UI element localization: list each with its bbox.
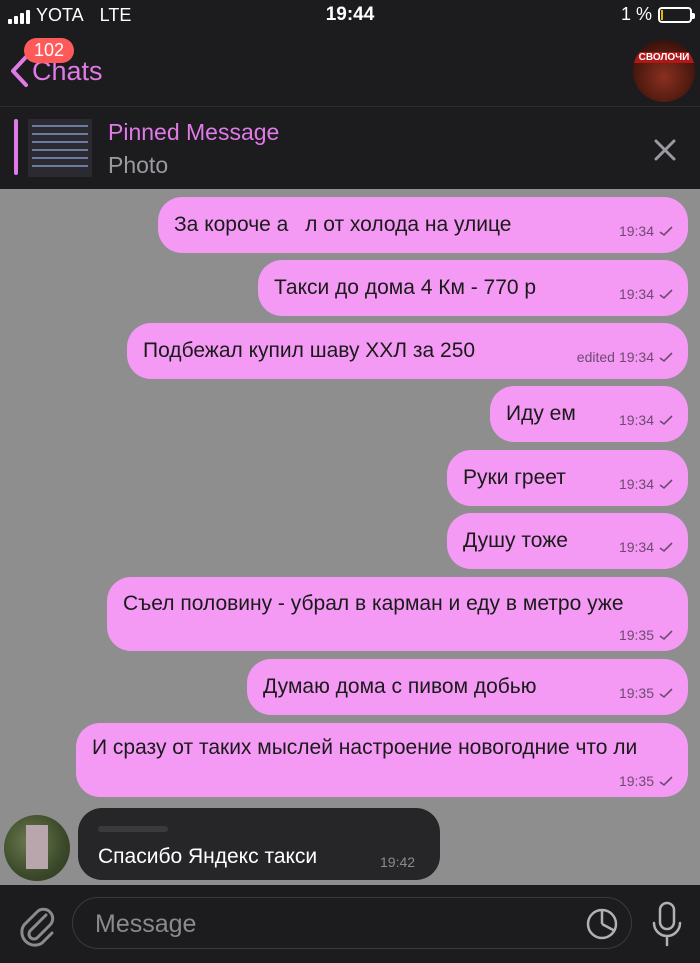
message-field bbox=[72, 897, 632, 950]
message-list[interactable]: За короче а л от холода на улице 19:34 Т… bbox=[0, 189, 700, 885]
read-check-icon bbox=[659, 226, 673, 237]
message-time: 19:34 bbox=[618, 539, 654, 555]
message-time: 19:34 bbox=[618, 349, 654, 365]
message-bubble[interactable]: И сразу от таких мыслей настроение новог… bbox=[76, 723, 688, 797]
chat-avatar[interactable]: СВОЛОЧИ bbox=[633, 40, 695, 102]
battery-percent: 1 % bbox=[620, 4, 652, 24]
message-meta: 19:34 bbox=[619, 539, 674, 555]
message-time: 19:34 bbox=[618, 412, 654, 428]
chat-header: Chats 102 СВОЛОЧИ bbox=[0, 30, 700, 106]
message-text: И сразу от таких мыслей настроение новог… bbox=[92, 736, 638, 759]
composer bbox=[0, 885, 700, 963]
edited-label: edited bbox=[576, 349, 615, 365]
message-time: 19:35 bbox=[618, 627, 654, 643]
message-time: 19:35 bbox=[618, 685, 654, 701]
read-check-icon bbox=[659, 776, 673, 787]
message-bubble[interactable]: Такси до дома 4 Км - 770 р 19:34 bbox=[258, 260, 688, 316]
read-check-icon bbox=[659, 542, 673, 553]
pinned-accent-bar bbox=[14, 119, 18, 175]
message-meta: 19:34 bbox=[619, 412, 674, 428]
message-bubble[interactable]: Душу тоже 19:34 bbox=[447, 513, 688, 569]
pinned-title: Pinned Message bbox=[108, 119, 280, 145]
message-meta: 19:34 bbox=[619, 286, 674, 302]
message-time: 19:35 bbox=[618, 773, 654, 789]
message-bubble[interactable]: Подбежал купил шаву ХХЛ за 250 edited 19… bbox=[127, 323, 688, 379]
status-bar: YOTA LTE 19:44 1 % bbox=[0, 0, 700, 30]
message-meta: 19:35 bbox=[619, 773, 674, 789]
pinned-thumbnail bbox=[28, 119, 92, 177]
avatar-caption: СВОЛОЧИ bbox=[633, 52, 695, 63]
message-text: Спасибо Яндекс такси bbox=[98, 845, 318, 868]
message-bubble[interactable]: Иду ем 19:34 bbox=[490, 386, 688, 442]
message-time: 19:34 bbox=[618, 223, 654, 239]
incoming-message-bubble[interactable]: Спасибо Яндекс такси 19:42 bbox=[78, 808, 440, 880]
read-check-icon bbox=[659, 630, 673, 641]
message-time: 19:34 bbox=[618, 476, 654, 492]
read-check-icon bbox=[659, 289, 673, 300]
message-bubble[interactable]: Съел половину - убрал в карман и еду в м… bbox=[107, 577, 688, 651]
read-check-icon bbox=[659, 479, 673, 490]
unread-badge: 102 bbox=[24, 38, 75, 63]
mic-icon[interactable] bbox=[650, 901, 684, 947]
read-check-icon bbox=[659, 688, 673, 699]
read-check-icon bbox=[659, 415, 673, 426]
status-right: 1 % bbox=[620, 4, 695, 25]
message-text: Съел половину - убрал в карман и еду в м… bbox=[123, 592, 624, 615]
sticker-icon[interactable] bbox=[585, 907, 619, 941]
message-text: Душу тоже bbox=[463, 529, 568, 552]
message-time: 19:34 bbox=[618, 286, 654, 302]
message-text: Руки греет bbox=[463, 466, 566, 489]
message-meta: 19:35 bbox=[619, 685, 674, 701]
attach-icon[interactable] bbox=[16, 903, 56, 947]
message-bubble[interactable]: Руки греет 19:34 bbox=[447, 450, 688, 506]
pinned-message[interactable]: Pinned Message Photo bbox=[0, 106, 700, 189]
sender-avatar[interactable] bbox=[4, 815, 70, 881]
message-time: 19:42 bbox=[380, 854, 416, 870]
message-meta: edited 19:34 bbox=[577, 349, 674, 365]
message-meta: 19:35 bbox=[619, 627, 674, 643]
read-check-icon bbox=[659, 352, 673, 363]
status-time: 19:44 bbox=[325, 4, 375, 25]
message-text: За короче а л от холода на улице bbox=[174, 213, 512, 236]
pinned-subtitle: Photo bbox=[108, 152, 169, 178]
message-meta: 19:34 bbox=[619, 476, 674, 492]
battery-icon bbox=[658, 6, 695, 23]
message-text: Иду ем bbox=[506, 402, 576, 425]
message-meta: 19:34 bbox=[619, 223, 674, 239]
message-bubble[interactable]: За короче а л от холода на улице 19:34 bbox=[158, 197, 688, 253]
message-bubble[interactable]: Думаю дома с пивом добью 19:35 bbox=[247, 659, 688, 715]
message-text: Думаю дома с пивом добью bbox=[263, 675, 537, 698]
message-text: Подбежал купил шаву ХХЛ за 250 bbox=[143, 339, 476, 362]
close-icon[interactable] bbox=[650, 135, 680, 165]
message-input[interactable] bbox=[93, 898, 577, 950]
sender-name-redacted bbox=[98, 826, 168, 832]
message-text: Такси до дома 4 Км - 770 р bbox=[274, 276, 537, 299]
